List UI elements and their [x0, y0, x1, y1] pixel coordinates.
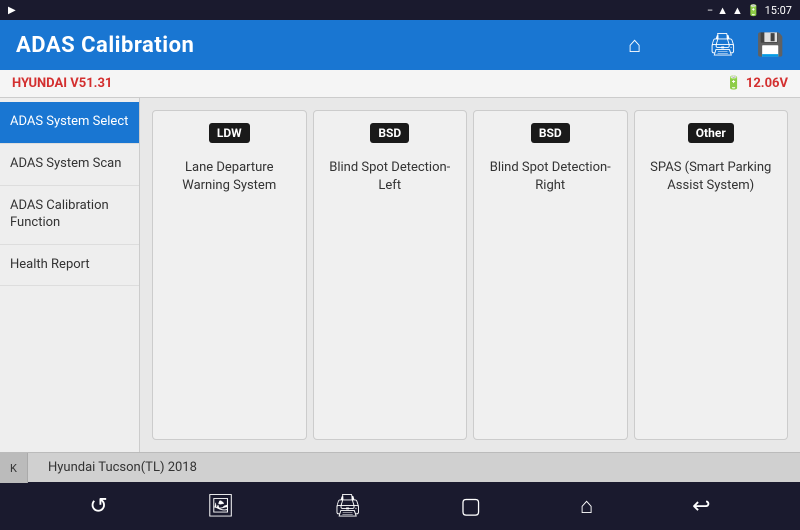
ldw-badge: LDW [209, 123, 250, 143]
other-badge: Other [688, 123, 734, 143]
signal-icon: ▲ [732, 4, 743, 17]
nav-refresh-icon[interactable]: ↺ [81, 486, 115, 527]
person-icon[interactable]: 👤 [661, 33, 688, 58]
system-card-other[interactable]: Other SPAS (Smart Parking Assist System) [634, 110, 789, 440]
sidebar-item-adas-system-scan[interactable]: ADAS System Scan [0, 144, 139, 186]
header-icons: ⌂ 👤 🖨 💾 [628, 32, 784, 58]
vehicle-label: Hyundai Tucson(TL) 2018 [48, 460, 197, 475]
header: ADAS Calibration ⌂ 👤 🖨 💾 [0, 20, 800, 70]
nav-image-icon[interactable]: 🖼 [199, 486, 243, 527]
bsd-right-badge: BSD [531, 123, 570, 143]
sidebar: ADAS System Select ADAS System Scan ADAS… [0, 98, 140, 452]
sidebar-item-adas-calibration-function[interactable]: ADAS Calibration Function [0, 186, 139, 245]
voltage-value: 12.06V [746, 76, 788, 91]
status-bar: ▶ − ▲ ▲ 🔋 15:07 [0, 0, 800, 20]
print-icon[interactable]: 🖨 [709, 33, 737, 58]
vehicle-info: HYUNDAI V51.31 [12, 76, 112, 91]
main-content: ADAS System Select ADAS System Scan ADAS… [0, 98, 800, 452]
status-app-name: ▶ [8, 5, 16, 16]
wifi-icon: ▲ [717, 4, 728, 17]
page-title: ADAS Calibration [16, 33, 194, 58]
ldw-name: Lane Departure Warning System [161, 159, 298, 195]
nav-square-icon[interactable]: ▢ [452, 486, 489, 527]
nav-back-icon[interactable]: ↩ [684, 486, 718, 527]
status-left: ▶ [8, 5, 16, 16]
system-card-bsd-right[interactable]: BSD Blind Spot Detection-Right [473, 110, 628, 440]
collapse-label: K [10, 462, 17, 475]
collapse-button[interactable]: K [0, 453, 28, 483]
status-right: − ▲ ▲ 🔋 15:07 [707, 4, 792, 17]
system-card-bsd-left[interactable]: BSD Blind Spot Detection-Left [313, 110, 468, 440]
other-name: SPAS (Smart Parking Assist System) [643, 159, 780, 195]
system-cards-grid: LDW Lane Departure Warning System BSD Bl… [140, 98, 800, 452]
bsd-right-name: Blind Spot Detection-Right [482, 159, 619, 195]
save-icon[interactable]: 💾 [757, 33, 784, 58]
bsd-left-name: Blind Spot Detection-Left [322, 159, 459, 195]
bsd-left-badge: BSD [370, 123, 409, 143]
system-card-ldw[interactable]: LDW Lane Departure Warning System [152, 110, 307, 440]
battery-icon: 🔋 [747, 4, 761, 17]
sidebar-item-health-report[interactable]: Health Report [0, 245, 139, 287]
nav-print-icon[interactable]: 🖨 [326, 486, 370, 527]
sub-header: HYUNDAI V51.31 🔋 12.06V [0, 70, 800, 98]
nav-home-icon[interactable]: ⌂ [572, 485, 601, 527]
clock: 15:07 [765, 4, 792, 17]
bluetooth-icon: − [707, 4, 713, 17]
sidebar-item-adas-system-select[interactable]: ADAS System Select [0, 102, 139, 144]
android-nav-bar: ↺ 🖼 🖨 ▢ ⌂ ↩ [0, 482, 800, 530]
battery-small-icon: 🔋 [726, 76, 742, 91]
content-panel: LDW Lane Departure Warning System BSD Bl… [140, 98, 800, 452]
bottom-status-bar: K Hyundai Tucson(TL) 2018 [0, 452, 800, 482]
voltage-info: 🔋 12.06V [726, 76, 788, 91]
home-icon[interactable]: ⌂ [628, 32, 641, 58]
